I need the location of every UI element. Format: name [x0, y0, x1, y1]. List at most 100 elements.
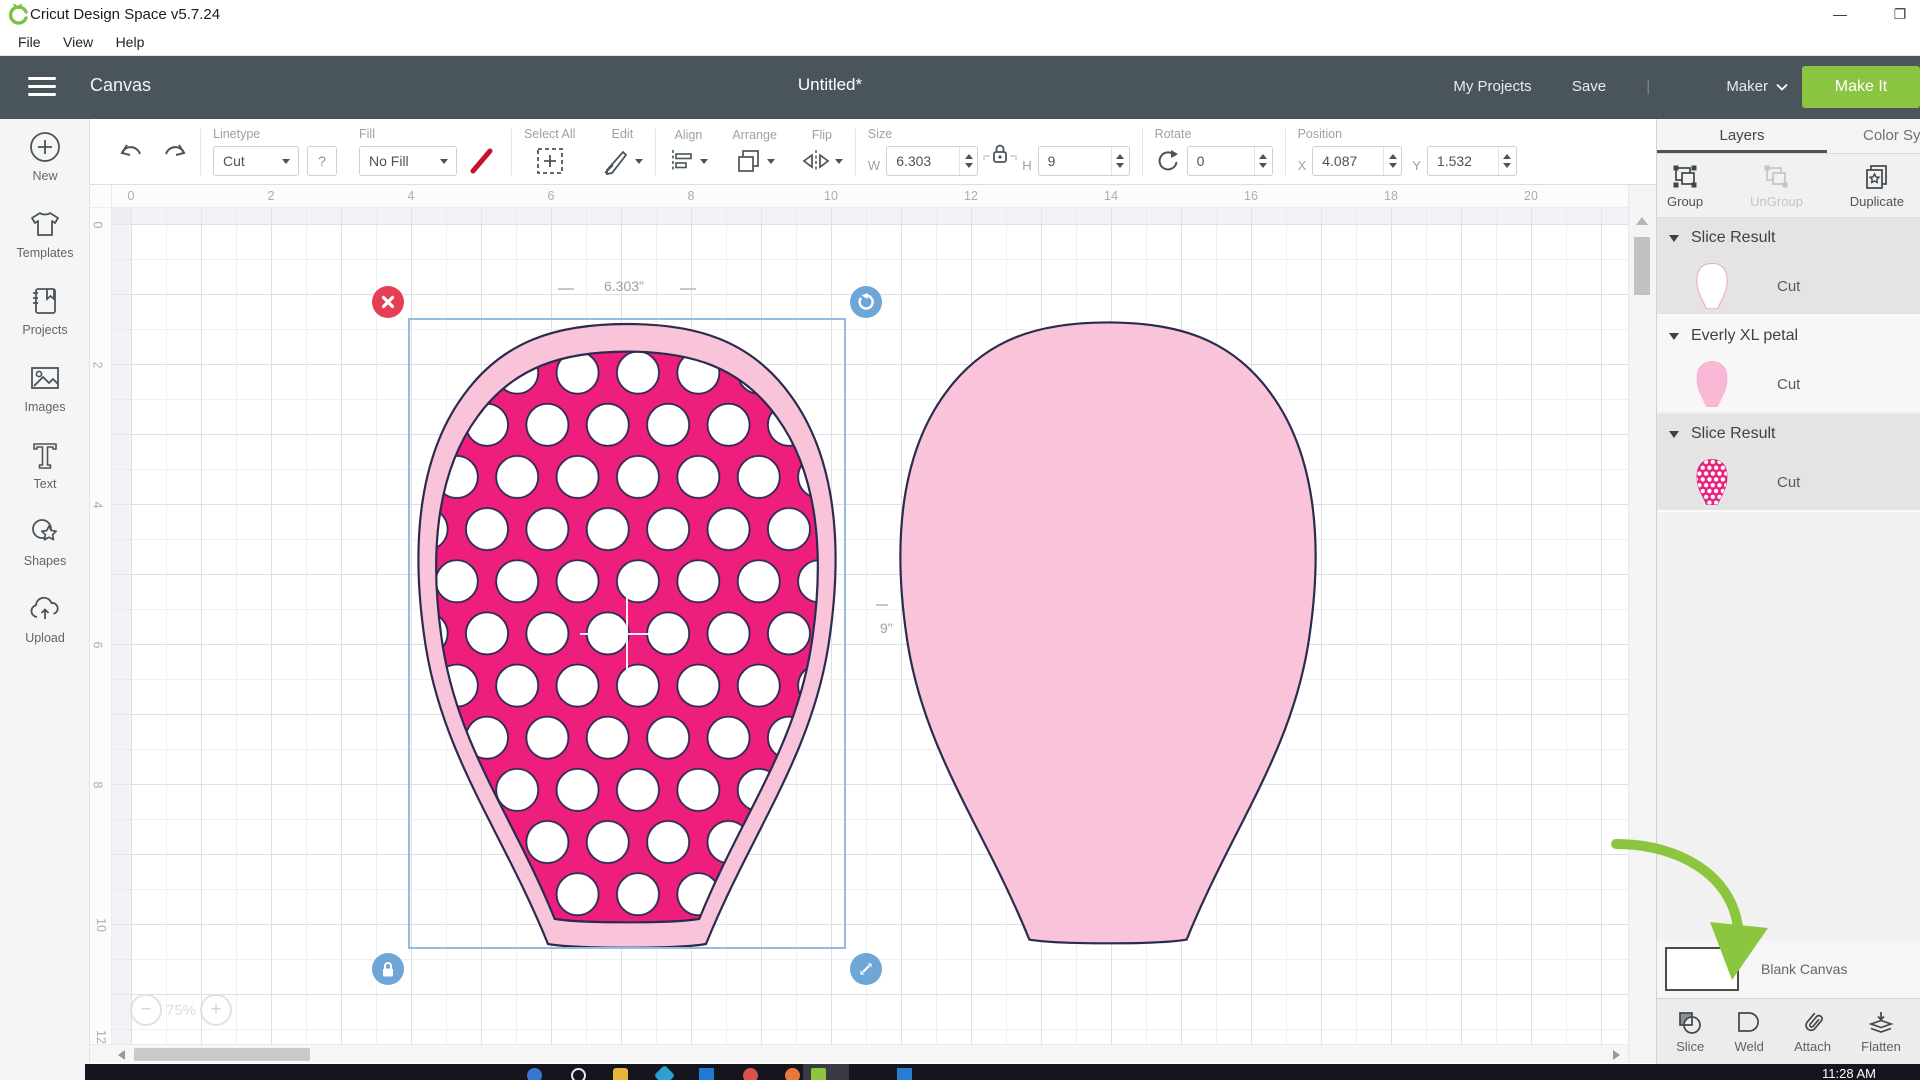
ruler-tick-label: 0: [90, 222, 104, 229]
position-x-input[interactable]: 4.087: [1312, 146, 1402, 176]
width-stepper[interactable]: [959, 147, 977, 175]
zoom-in-button[interactable]: +: [200, 994, 232, 1026]
y-axis-label: Y: [1412, 158, 1421, 173]
hamburger-menu-icon[interactable]: [28, 77, 56, 98]
canvas-area[interactable]: 0 2 4 6 8 10 12 14 16 18 20 0 2 4 6 8 10…: [90, 185, 1628, 1044]
sidebar-item-projects[interactable]: Projects: [0, 273, 90, 350]
taskbar-app-icon[interactable]: [527, 1068, 542, 1080]
redo-icon[interactable]: [162, 141, 188, 163]
taskbar-folder-icon[interactable]: [613, 1068, 628, 1080]
taskbar-app-icon[interactable]: [785, 1068, 800, 1080]
resize-handle[interactable]: [850, 953, 882, 985]
blank-canvas-label: Blank Canvas: [1761, 961, 1847, 977]
linetype-select[interactable]: Cut: [213, 146, 299, 176]
taskbar-app-icon[interactable]: [654, 1065, 675, 1080]
zoom-out-button[interactable]: −: [130, 994, 162, 1026]
dotted-petal-thumbnail: [1695, 459, 1729, 505]
rotate-input[interactable]: 0: [1187, 146, 1273, 176]
flip-menu-button[interactable]: [801, 147, 843, 175]
panel-empty-space: [1657, 512, 1920, 940]
rotate-stepper[interactable]: [1254, 147, 1272, 175]
taskbar-app-icon[interactable]: [897, 1068, 912, 1080]
fill-group: Fill No Fill: [359, 127, 499, 176]
weld-icon: [1735, 1009, 1763, 1037]
menu-help[interactable]: Help: [116, 34, 145, 50]
sidebar-item-upload[interactable]: Upload: [0, 581, 90, 658]
layer-group-header[interactable]: Slice Result: [1657, 414, 1920, 454]
dimension-tick: [876, 604, 888, 606]
blank-canvas-swatch[interactable]: [1665, 947, 1739, 991]
linetype-help-button[interactable]: ?: [307, 146, 337, 176]
attach-button[interactable]: Attach: [1794, 1009, 1831, 1054]
duplicate-button[interactable]: Duplicate: [1850, 163, 1904, 209]
layer-group-header[interactable]: Everly XL petal: [1657, 316, 1920, 356]
align-menu-button[interactable]: [668, 147, 708, 175]
layer-group-everly-xl-petal: Everly XL petal Cut: [1657, 316, 1920, 414]
tab-layers[interactable]: Layers: [1657, 119, 1827, 153]
restore-button[interactable]: ❐: [1880, 2, 1920, 26]
tab-color-sync[interactable]: Color Sync: [1827, 119, 1920, 153]
ruler-corner: [90, 185, 112, 208]
panel-tabs: Layers Color Sync: [1657, 119, 1920, 154]
menu-file[interactable]: File: [18, 34, 41, 50]
edit-group: Edit: [601, 127, 643, 176]
weld-button[interactable]: Weld: [1734, 1009, 1763, 1054]
scroll-up-icon[interactable]: [1636, 217, 1648, 225]
scroll-left-icon[interactable]: [118, 1050, 125, 1060]
position-y-stepper[interactable]: [1498, 147, 1516, 175]
position-x-stepper[interactable]: [1383, 147, 1401, 175]
edit-menu-button[interactable]: [601, 146, 643, 176]
pink-petal-shape[interactable]: [890, 316, 1326, 946]
select-all-icon[interactable]: [535, 146, 565, 176]
rotate-handle[interactable]: [850, 286, 882, 318]
delete-handle[interactable]: [372, 286, 404, 318]
sidebar-item-text[interactable]: Text: [0, 427, 90, 504]
position-y-input[interactable]: 1.532: [1427, 146, 1517, 176]
flatten-button[interactable]: Flatten: [1861, 1009, 1901, 1054]
fill-select[interactable]: No Fill: [359, 146, 457, 176]
fill-color-pen-icon[interactable]: [465, 146, 499, 176]
vertical-scroll-thumb[interactable]: [1634, 237, 1650, 295]
minimize-button[interactable]: —: [1820, 2, 1860, 26]
width-input[interactable]: 6.303: [886, 146, 978, 176]
rotate-icon[interactable]: [1155, 148, 1181, 174]
machine-selector[interactable]: Maker: [1690, 78, 1788, 95]
toolbar: Linetype Cut ? Fill No Fill Select All: [90, 119, 1656, 185]
make-it-button[interactable]: Make It: [1802, 66, 1920, 108]
horizontal-scroll-thumb[interactable]: [134, 1048, 310, 1061]
sidebar-item-new[interactable]: New: [0, 119, 90, 196]
templates-icon: [27, 206, 63, 242]
ungroup-button[interactable]: UnGroup: [1750, 163, 1803, 209]
scroll-right-icon[interactable]: [1613, 1050, 1620, 1060]
taskbar-cricut-icon[interactable]: [811, 1068, 826, 1080]
taskbar-window-icon[interactable]: [699, 1068, 714, 1080]
sidebar-item-shapes[interactable]: Shapes: [0, 504, 90, 581]
slice-button[interactable]: Slice: [1676, 1009, 1704, 1054]
my-projects-link[interactable]: My Projects: [1453, 78, 1531, 95]
layer-row[interactable]: Cut: [1657, 258, 1920, 314]
canvas-grid[interactable]: 6.303" 9" − 75% +: [112, 208, 1628, 1044]
layer-row[interactable]: Cut: [1657, 454, 1920, 510]
taskbar-search-icon[interactable]: [571, 1068, 586, 1080]
arrange-menu-button[interactable]: [735, 147, 775, 175]
close-icon: [380, 294, 396, 310]
canvas-page-label: Canvas: [90, 75, 151, 96]
menu-view[interactable]: View: [63, 34, 93, 50]
sidebar-item-images[interactable]: Images: [0, 350, 90, 427]
layer-row[interactable]: Cut: [1657, 356, 1920, 412]
undo-icon[interactable]: [118, 141, 144, 163]
save-link[interactable]: Save: [1572, 78, 1606, 95]
taskbar-app-icon[interactable]: [743, 1068, 758, 1080]
height-input[interactable]: 9: [1038, 146, 1130, 176]
layer-group-header[interactable]: Slice Result: [1657, 218, 1920, 258]
size-lock-icon[interactable]: [980, 142, 1020, 168]
lock-handle[interactable]: [372, 953, 404, 985]
flip-group: Flip: [801, 128, 843, 175]
horizontal-scrollbar[interactable]: [90, 1044, 1628, 1063]
vertical-scrollbar[interactable]: [1628, 185, 1656, 1063]
height-stepper[interactable]: [1111, 147, 1129, 175]
dropdown-arrow-icon: [700, 159, 708, 164]
blank-canvas-row[interactable]: Blank Canvas: [1657, 940, 1920, 998]
sidebar-item-templates[interactable]: Templates: [0, 196, 90, 273]
group-button[interactable]: Group: [1667, 163, 1703, 209]
